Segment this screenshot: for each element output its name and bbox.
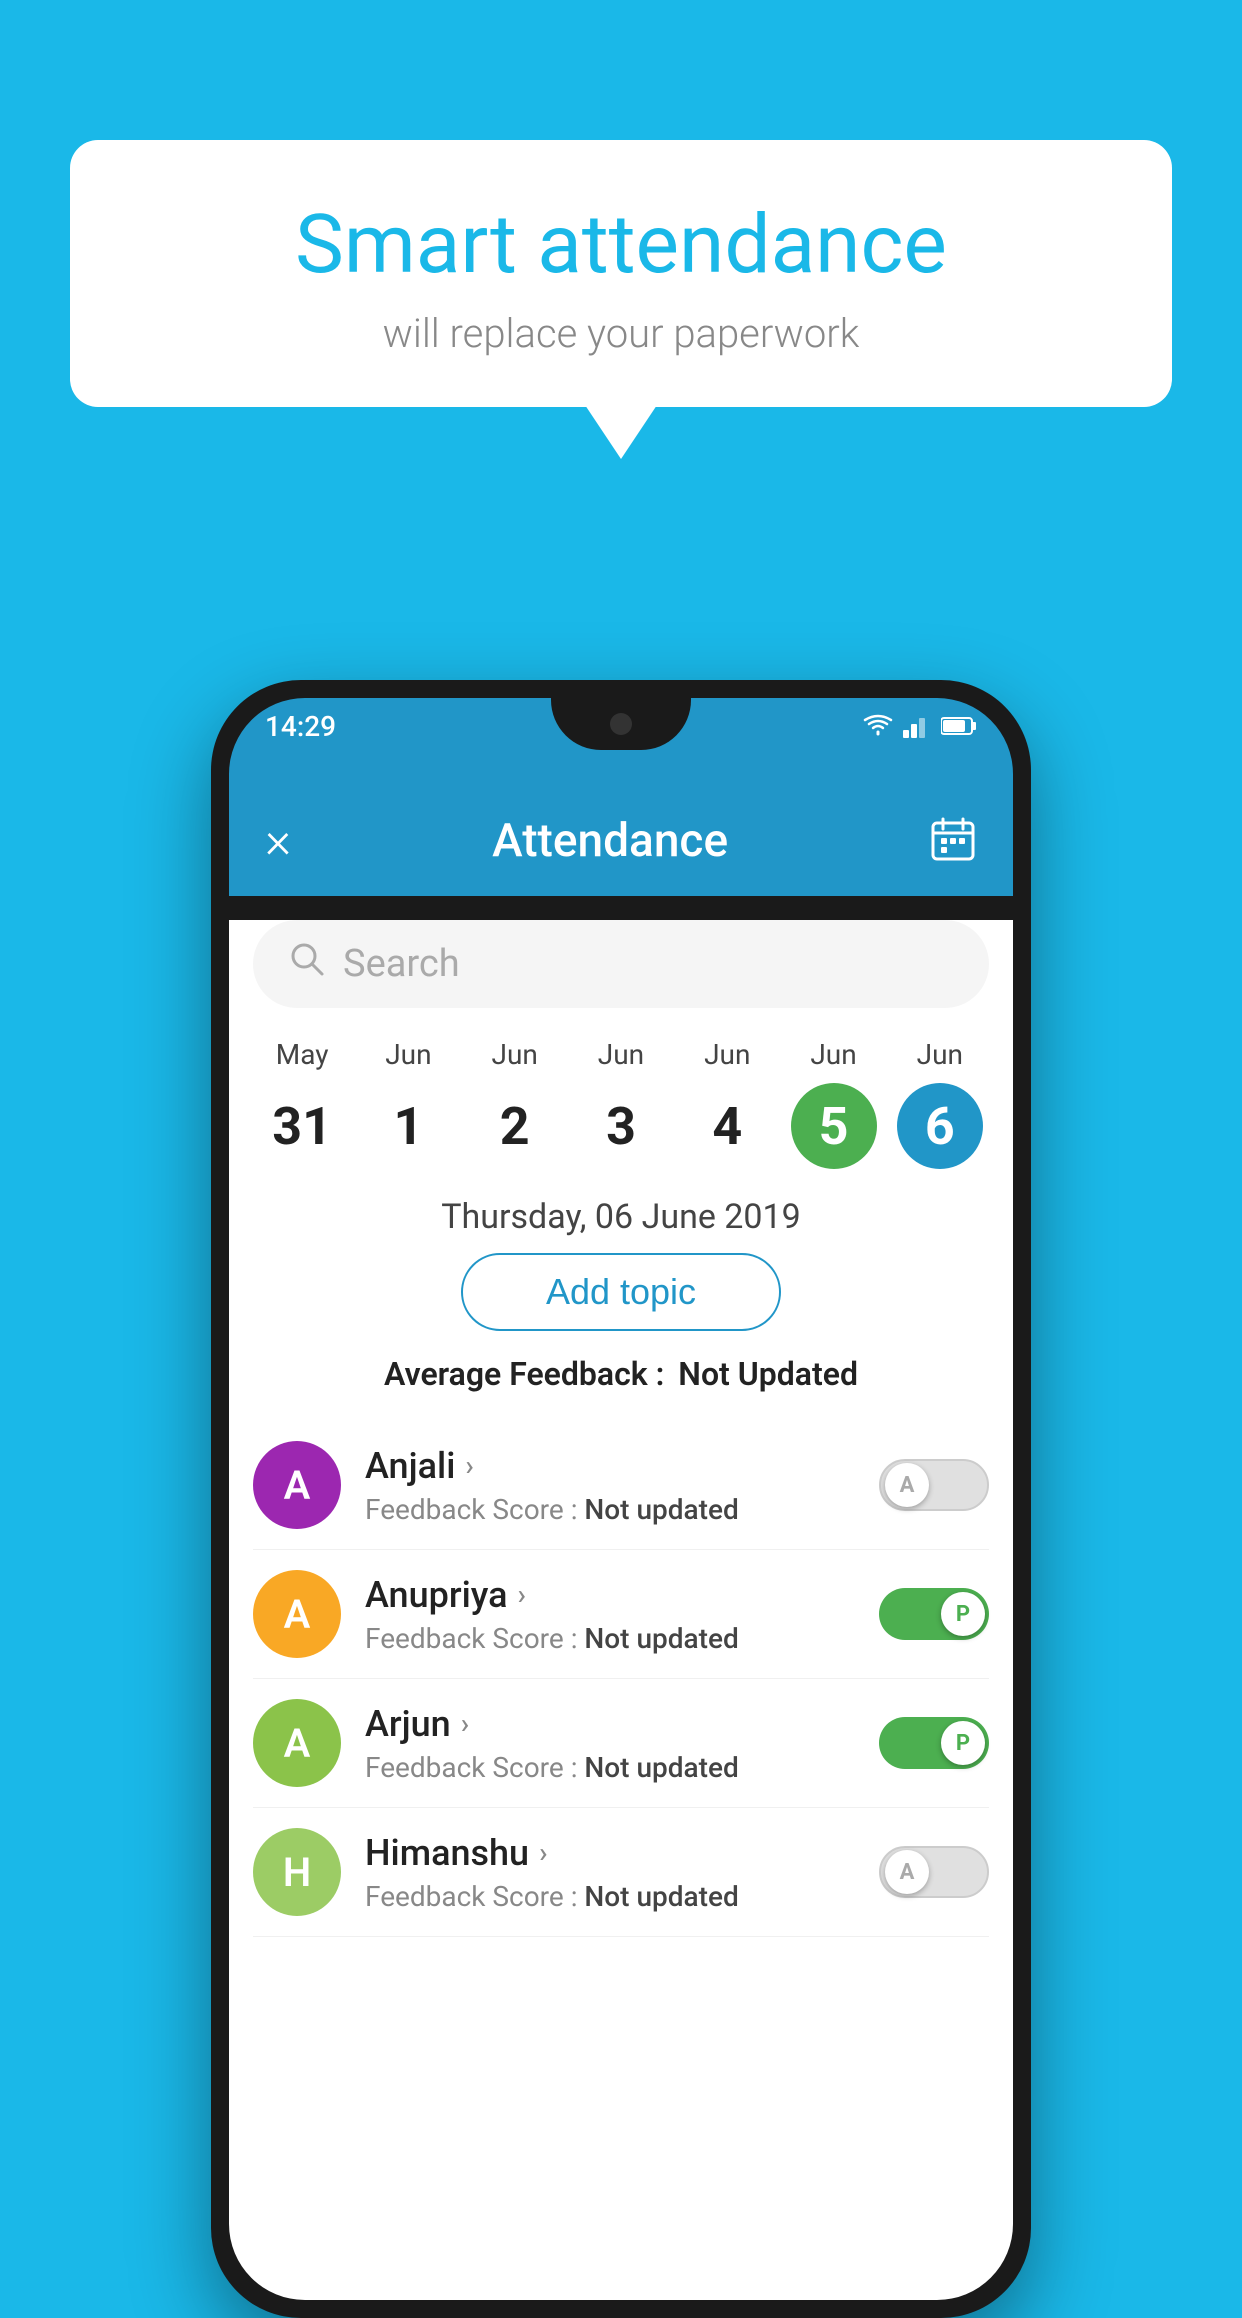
student-info: Himanshu› Feedback Score : Not updated xyxy=(365,1832,855,1913)
cal-month-label: Jun xyxy=(598,1038,644,1071)
calendar-day[interactable]: Jun 3 xyxy=(568,1038,674,1169)
cal-day-number[interactable]: 5 xyxy=(791,1083,877,1169)
phone-outer: 14:29 xyxy=(211,680,1031,2318)
screen-content: Search May 31 Jun 1 Jun 2 Jun 3 Jun 4 Jun 5 Jun 6 Thu… xyxy=(229,920,1013,2300)
chevron-right-icon: › xyxy=(465,1449,473,1482)
student-info: Arjun› Feedback Score : Not updated xyxy=(365,1703,855,1784)
student-item[interactable]: A Arjun› Feedback Score : Not updated P xyxy=(253,1679,989,1808)
student-item[interactable]: A Anupriya› Feedback Score : Not updated P xyxy=(253,1550,989,1679)
cal-month-label: May xyxy=(276,1038,329,1071)
calendar-strip: May 31 Jun 1 Jun 2 Jun 3 Jun 4 Jun 5 Jun 6 xyxy=(229,1008,1013,1179)
average-feedback: Average Feedback : Not Updated xyxy=(229,1355,1013,1393)
student-name: Arjun› xyxy=(365,1703,855,1745)
chevron-right-icon: › xyxy=(518,1578,526,1611)
calendar-icon[interactable] xyxy=(929,815,977,867)
battery-icon xyxy=(941,716,977,736)
student-info: Anjali› Feedback Score : Not updated xyxy=(365,1445,855,1526)
speech-bubble-subtitle: will replace your paperwork xyxy=(120,310,1122,357)
close-button[interactable]: × xyxy=(265,812,291,870)
camera-dot xyxy=(610,713,632,735)
feedback-score: Feedback Score : Not updated xyxy=(365,1622,855,1655)
calendar-day[interactable]: Jun 1 xyxy=(355,1038,461,1169)
date-label: Thursday, 06 June 2019 xyxy=(229,1179,1013,1253)
cal-day-number[interactable]: 31 xyxy=(259,1083,345,1169)
cal-month-label: Jun xyxy=(704,1038,750,1071)
search-icon xyxy=(289,941,325,987)
cal-day-number[interactable]: 2 xyxy=(472,1083,558,1169)
calendar-day[interactable]: May 31 xyxy=(249,1038,355,1169)
feedback-score: Feedback Score : Not updated xyxy=(365,1751,855,1784)
attendance-toggle[interactable]: P xyxy=(879,1588,989,1640)
student-name: Anjali› xyxy=(365,1445,855,1487)
signal-icon xyxy=(903,714,931,738)
speech-bubble-title: Smart attendance xyxy=(120,200,1122,290)
student-info: Anupriya› Feedback Score : Not updated xyxy=(365,1574,855,1655)
phone-wrapper: 14:29 xyxy=(211,680,1031,2318)
attendance-toggle[interactable]: A xyxy=(879,1459,989,1511)
cal-day-number[interactable]: 6 xyxy=(897,1083,983,1169)
student-item[interactable]: A Anjali› Feedback Score : Not updated A xyxy=(253,1421,989,1550)
cal-day-number[interactable]: 3 xyxy=(578,1083,664,1169)
student-name: Anupriya› xyxy=(365,1574,855,1616)
student-avatar: A xyxy=(253,1570,341,1658)
calendar-day[interactable]: Jun 4 xyxy=(674,1038,780,1169)
avg-feedback-label: Average Feedback : xyxy=(384,1355,664,1393)
calendar-day[interactable]: Jun 2 xyxy=(462,1038,568,1169)
cal-month-label: Jun xyxy=(810,1038,856,1071)
wifi-icon xyxy=(863,714,893,738)
calendar-day[interactable]: Jun 6 xyxy=(887,1038,993,1169)
search-bar[interactable]: Search xyxy=(253,920,989,1008)
attendance-toggle[interactable]: A xyxy=(879,1846,989,1898)
student-avatar: A xyxy=(253,1699,341,1787)
app-bar: × Attendance xyxy=(229,786,1013,896)
avg-feedback-value: Not Updated xyxy=(678,1355,858,1393)
search-input-placeholder[interactable]: Search xyxy=(343,942,460,986)
app-bar-title: Attendance xyxy=(492,814,728,868)
student-item[interactable]: H Himanshu› Feedback Score : Not updated A xyxy=(253,1808,989,1937)
cal-day-number[interactable]: 1 xyxy=(365,1083,451,1169)
chevron-right-icon: › xyxy=(461,1707,469,1740)
status-time: 14:29 xyxy=(265,710,336,743)
student-name: Himanshu› xyxy=(365,1832,855,1874)
student-avatar: A xyxy=(253,1441,341,1529)
feedback-score: Feedback Score : Not updated xyxy=(365,1493,855,1526)
attendance-toggle[interactable]: P xyxy=(879,1717,989,1769)
chevron-right-icon: › xyxy=(539,1836,547,1869)
cal-month-label: Jun xyxy=(385,1038,431,1071)
cal-month-label: Jun xyxy=(492,1038,538,1071)
add-topic-button[interactable]: Add topic xyxy=(461,1253,781,1331)
student-avatar: H xyxy=(253,1828,341,1916)
cal-day-number[interactable]: 4 xyxy=(684,1083,770,1169)
feedback-score: Feedback Score : Not updated xyxy=(365,1880,855,1913)
cal-month-label: Jun xyxy=(917,1038,963,1071)
status-bar-area: 14:29 xyxy=(229,698,1013,786)
status-icons xyxy=(863,714,977,738)
student-list: AAnjali›Feedback Score : Not updatedAAAn… xyxy=(229,1421,1013,1937)
speech-bubble: Smart attendance will replace your paper… xyxy=(70,140,1172,407)
phone-inner: 14:29 xyxy=(229,698,1013,2300)
calendar-day[interactable]: Jun 5 xyxy=(780,1038,886,1169)
